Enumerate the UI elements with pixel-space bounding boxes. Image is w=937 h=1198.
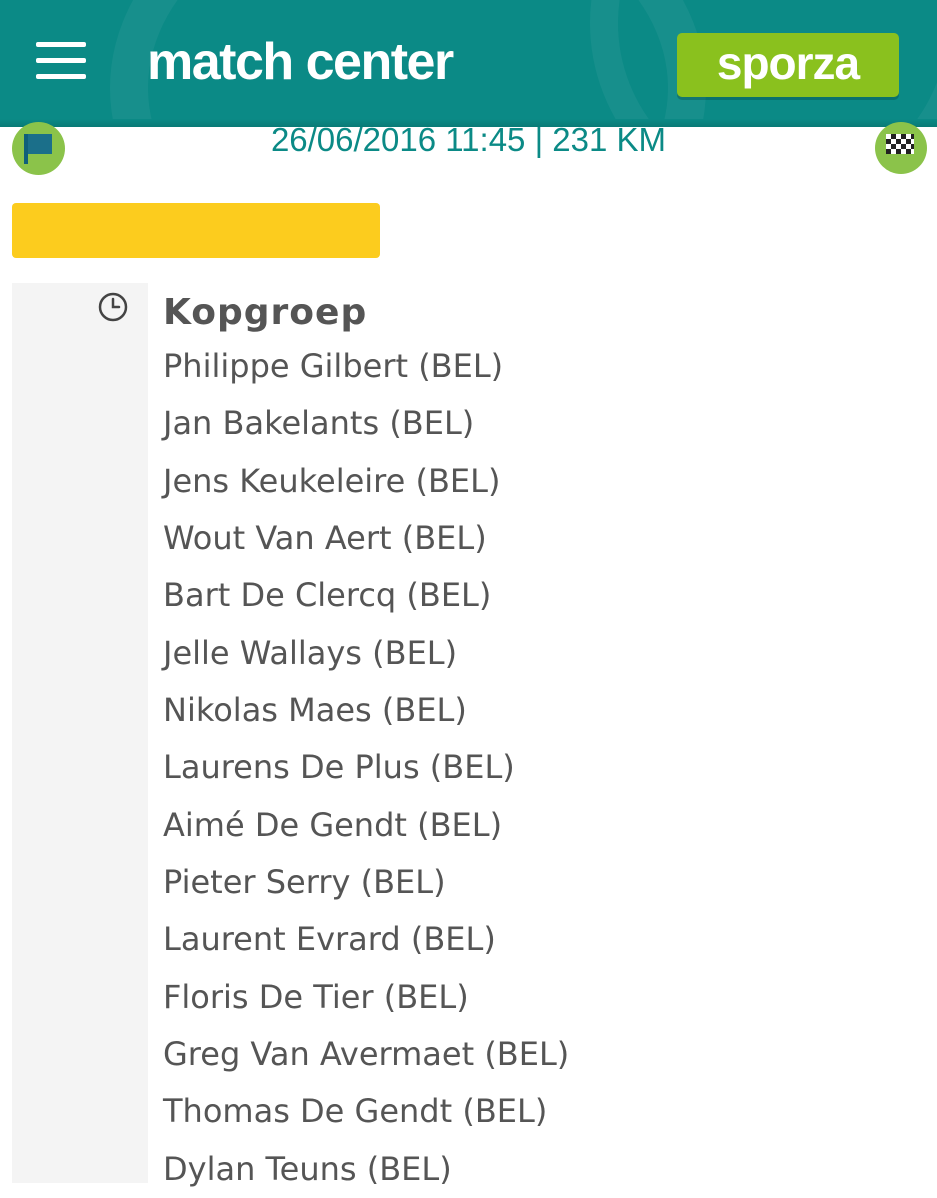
rider-list-item: Thomas De Gendt (BEL) <box>163 1092 548 1131</box>
rider-list-item: Pieter Serry (BEL) <box>163 863 446 902</box>
timeline-column <box>12 283 148 1183</box>
race-info: 26/06/2016 11:45 | 231 KM <box>270 121 667 158</box>
rider-list-item: Floris De Tier (BEL) <box>163 977 469 1016</box>
rider-list-item: Bart De Clercq (BEL) <box>163 576 492 615</box>
rider-list-item: Jens Keukeleire (BEL) <box>163 461 501 500</box>
clock-icon <box>98 292 128 322</box>
rider-list-item: Laurent Evrard (BEL) <box>163 920 496 959</box>
rider-list-item: Laurens De Plus (BEL) <box>163 748 515 787</box>
rider-list: Philippe Gilbert (BEL) Jan Bakelants (BEL… <box>163 338 569 1198</box>
rider-list-item: Nikolas Maes (BEL) <box>163 691 467 730</box>
finish-checkered-flag-icon <box>875 122 927 174</box>
rider-list-item: Jan Bakelants (BEL) <box>163 404 475 443</box>
hamburger-menu-icon[interactable] <box>36 42 86 88</box>
group-title: Kopgroep <box>163 292 368 333</box>
app-title: match center <box>147 33 454 91</box>
rider-list-item: Greg Van Avermaet (BEL) <box>163 1035 570 1074</box>
app-header: match center sporza <box>0 0 937 127</box>
rider-list-item: Wout Van Aert (BEL) <box>163 519 487 558</box>
rider-list-item: Jelle Wallays (BEL) <box>163 633 458 672</box>
rider-list-item: Aimé De Gendt (BEL) <box>163 805 503 844</box>
sporza-logo-button[interactable]: sporza <box>677 33 899 97</box>
yellow-status-bar <box>12 203 380 258</box>
rider-list-item: Dylan Teuns (BEL) <box>163 1149 452 1188</box>
rider-list-item: Philippe Gilbert (BEL) <box>163 347 504 385</box>
